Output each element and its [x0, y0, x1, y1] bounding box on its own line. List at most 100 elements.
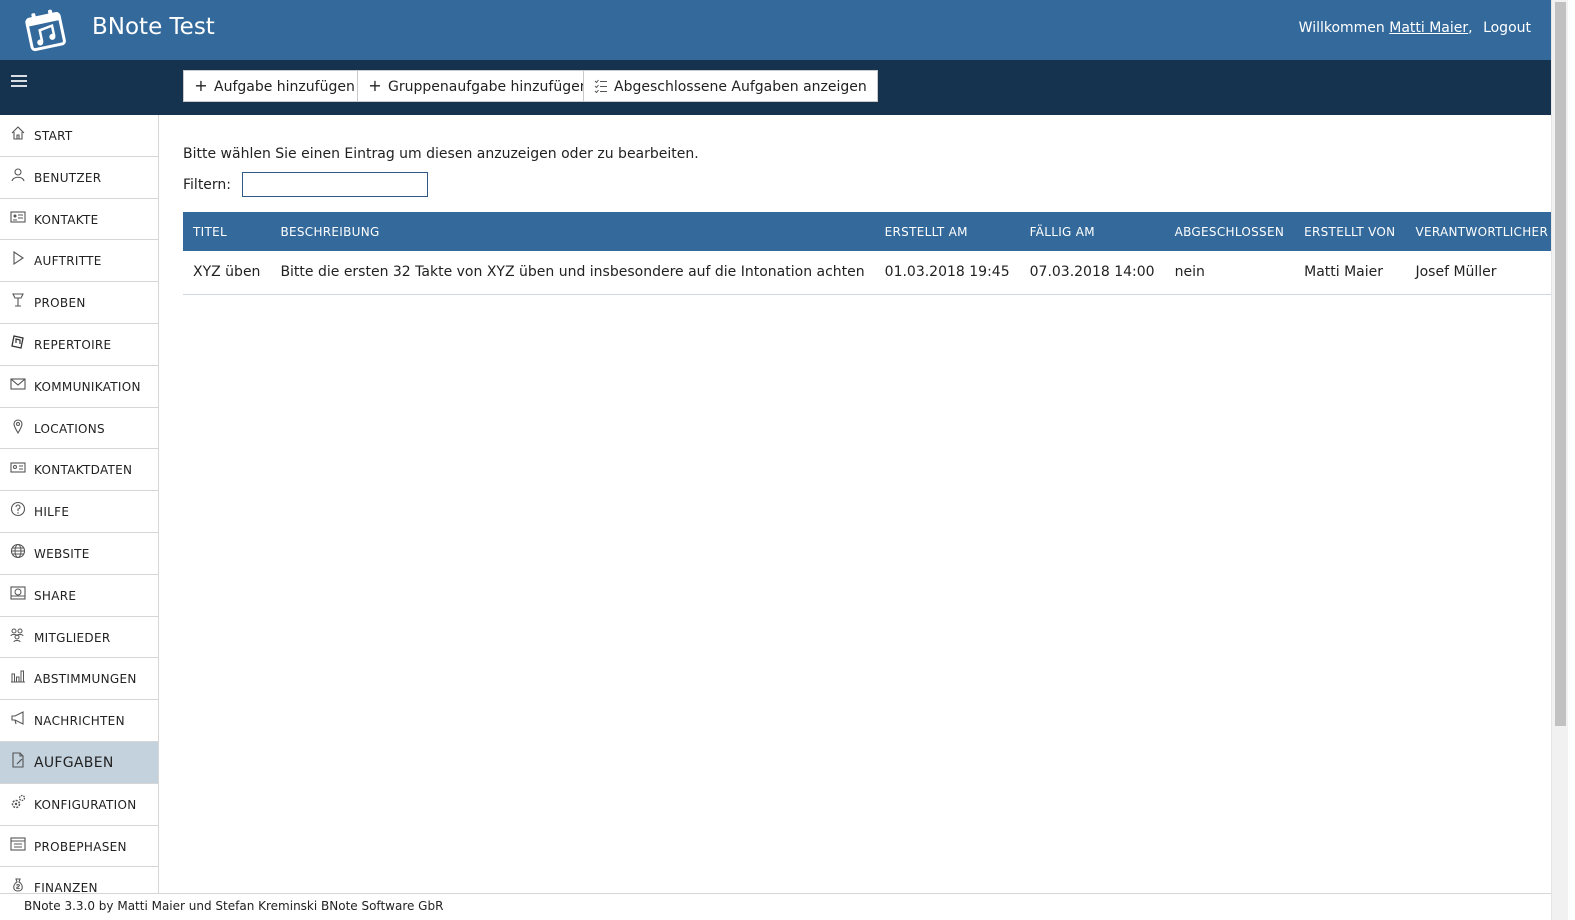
globe-icon — [10, 543, 26, 559]
filter-label: Filtern: — [183, 177, 232, 193]
sidebar-item-label: START — [34, 129, 73, 143]
filter-input[interactable] — [242, 172, 428, 197]
task-document-icon — [12, 752, 24, 768]
map-pin-icon — [13, 419, 23, 434]
table-header-row: TITEL BESCHREIBUNG ERSTELLT AM FÄLLIG AM… — [183, 212, 1559, 251]
sidebar-item-label: HILFE — [34, 505, 70, 520]
sidebar-item-label: PROBEN — [34, 296, 86, 311]
column-header-titel[interactable]: TITEL — [183, 212, 271, 251]
sheet-music-icon — [11, 335, 24, 349]
sidebar-item-locations[interactable]: LOCATIONS — [0, 408, 158, 450]
page-scrollbar[interactable] — [1551, 0, 1568, 920]
calendar-list-icon — [10, 836, 26, 851]
sidebar-item-probephasen[interactable]: PROBEPHASEN — [0, 826, 158, 868]
welcome-area: Willkommen Matti Maier, Logout — [1299, 20, 1531, 36]
members-icon — [10, 628, 24, 642]
checklist-icon — [594, 71, 608, 101]
cell-erstellt-am: 01.03.2018 19:45 — [874, 251, 1020, 295]
sidebar-item-label: KONFIGURATION — [34, 797, 137, 812]
menu-toggle-icon[interactable] — [11, 75, 27, 89]
cell-verantwortlicher: Josef Müller — [1405, 251, 1559, 295]
cell-beschreibung: Bitte die ersten 32 Takte von XYZ üben u… — [270, 251, 875, 295]
plus-icon: + — [368, 76, 382, 95]
sidebar-item-website[interactable]: WEBSITE — [0, 533, 158, 575]
id-card-icon — [10, 462, 26, 473]
top-header: BNote Test Willkommen Matti Maier, Logou… — [0, 0, 1557, 60]
sidebar-item-abstimmungen[interactable]: ABSTIMMUNGEN — [0, 658, 158, 701]
column-header-abgeschlossen[interactable]: ABGESCHLOSSEN — [1164, 212, 1295, 251]
sidebar-item-label: KONTAKTE — [34, 212, 99, 227]
sidebar-item-share[interactable]: SHARE — [0, 575, 158, 617]
sidebar-item-kontaktdaten[interactable]: KONTAKTDATEN — [0, 449, 158, 492]
sidebar-item-label: WEBSITE — [34, 546, 90, 561]
sidebar-item-start[interactable]: START — [0, 115, 158, 157]
scrollbar-thumb[interactable] — [1555, 2, 1566, 726]
help-circle-icon — [10, 502, 26, 517]
sidebar-item-nachrichten[interactable]: NACHRICHTEN — [0, 700, 158, 742]
user-separator: , — [1468, 20, 1473, 36]
sidebar-item-aufgaben[interactable]: AUFGABEN — [0, 741, 158, 784]
intro-text: Bitte wählen Sie einen Eintrag um diesen… — [183, 146, 699, 162]
plus-icon: + — [194, 76, 208, 95]
cell-faellig-am: 07.03.2018 14:00 — [1019, 251, 1165, 295]
envelope-icon — [10, 378, 26, 390]
column-header-erstellt-von[interactable]: ERSTELLT VON — [1294, 212, 1406, 251]
sidebar-item-kommunikation[interactable]: KOMMUNIKATION — [0, 366, 158, 408]
megaphone-icon — [11, 711, 24, 726]
sidebar-item-konfiguration[interactable]: KONFIGURATION — [0, 784, 158, 826]
sidebar-item-hilfe[interactable]: HILFE — [0, 491, 158, 533]
sidebar-item-label: ABSTIMMUNGEN — [34, 672, 137, 687]
action-toolbar: + Aufgabe hinzufügen + Gruppenaufgabe hinz… — [0, 60, 1557, 115]
sidebar-item-finanzen[interactable]: FINANZEN — [0, 867, 158, 893]
sidebar-item-label: KOMMUNIKATION — [34, 379, 141, 394]
money-bag-icon — [13, 878, 23, 892]
column-header-erstellt-am[interactable]: ERSTELLT AM — [874, 212, 1020, 251]
show-completed-label: Abgeschlossene Aufgaben anzeigen — [614, 79, 867, 95]
cell-titel: XYZ üben — [183, 251, 271, 295]
sidebar-item-mitglieder[interactable]: MITGLIEDER — [0, 617, 158, 659]
sidebar-item-label: KONTAKTDATEN — [34, 463, 133, 478]
sidebar-item-label: AUFGABEN — [34, 754, 114, 771]
column-header-beschreibung[interactable]: BESCHREIBUNG — [270, 212, 875, 251]
sidebar-item-label: NACHRICHTEN — [34, 714, 125, 729]
share-drive-icon — [10, 586, 26, 600]
sidebar-item-label: SHARE — [34, 588, 77, 603]
app-title: BNote Test — [92, 14, 215, 40]
sidebar-item-repertoire[interactable]: REPERTOIRE — [0, 324, 158, 366]
sidebar-item-benutzer[interactable]: BENUTZER — [0, 157, 158, 199]
play-icon — [13, 251, 24, 266]
sidebar-item-auftritte[interactable]: AUFTRITTE — [0, 240, 158, 283]
sidebar-item-label: REPERTOIRE — [34, 337, 112, 352]
show-completed-tasks-button[interactable]: Abgeschlossene Aufgaben anzeigen — [583, 70, 878, 102]
add-group-task-button[interactable]: + Gruppenaufgabe hinzufügen — [357, 70, 600, 102]
sidebar-item-label: FINANZEN — [34, 881, 98, 893]
sidebar-item-label: BENUTZER — [34, 170, 102, 185]
sidebar-item-label: AUFTRITTE — [34, 254, 102, 269]
sidebar-item-proben[interactable]: PROBEN — [0, 282, 158, 324]
contact-card-icon — [10, 211, 26, 223]
cell-erstellt-von: Matti Maier — [1294, 251, 1406, 295]
bar-chart-icon — [11, 670, 25, 683]
add-task-button[interactable]: + Aufgabe hinzufügen — [183, 70, 366, 102]
footer: BNote 3.3.0 by Matti Maier und Stefan Kr… — [0, 893, 1557, 920]
sidebar-item-kontakte[interactable]: KONTAKTE — [0, 199, 158, 241]
welcome-text: Willkommen — [1298, 20, 1385, 36]
logout-link[interactable]: Logout — [1483, 20, 1531, 36]
footer-text: BNote 3.3.0 by Matti Maier und Stefan Kr… — [24, 899, 444, 913]
bnote-logo-icon[interactable] — [24, 7, 68, 53]
gears-icon — [11, 794, 26, 808]
column-header-verantwortlicher[interactable]: VERANTWORTLICHER — [1405, 212, 1559, 251]
music-stand-icon — [12, 293, 24, 307]
add-group-task-label: Gruppenaufgabe hinzufügen — [388, 79, 589, 95]
sidebar-item-label: LOCATIONS — [34, 421, 105, 436]
home-icon — [11, 126, 25, 140]
user-icon — [11, 168, 25, 182]
sidebar-nav: START BENUTZER KONTAKTE AUFTRITTE PROBEN… — [0, 115, 159, 893]
column-header-faellig-am[interactable]: FÄLLIG AM — [1019, 212, 1165, 251]
tasks-table: TITEL BESCHREIBUNG ERSTELLT AM FÄLLIG AM… — [183, 212, 1559, 295]
sidebar-item-label: MITGLIEDER — [34, 630, 111, 645]
add-task-label: Aufgabe hinzufügen — [214, 79, 355, 95]
user-profile-link[interactable]: Matti Maier — [1389, 20, 1468, 36]
table-row[interactable]: XYZ üben Bitte die ersten 32 Takte von X… — [183, 251, 1559, 295]
cell-abgeschlossen: nein — [1164, 251, 1295, 295]
